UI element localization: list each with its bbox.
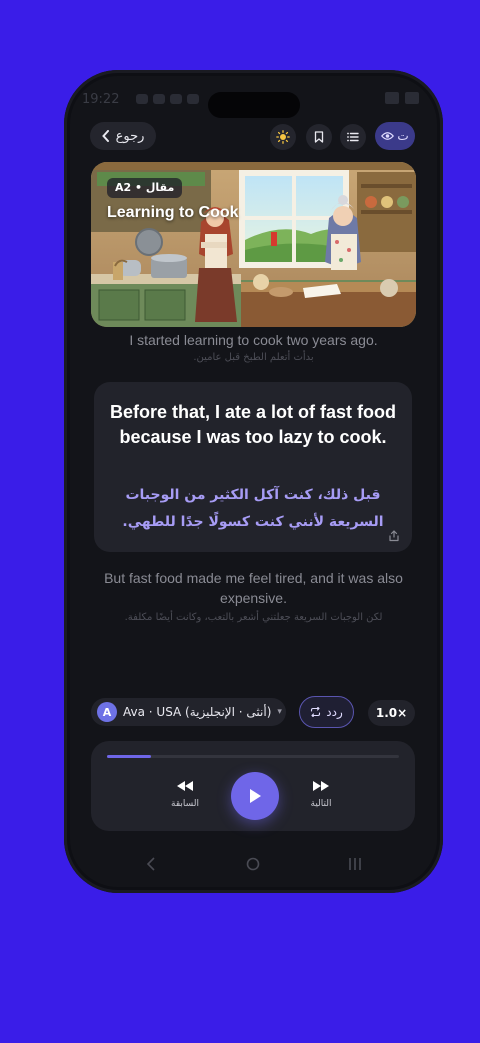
next-sentence-text: But fast food made me feel tired, and it… — [104, 570, 403, 606]
previous-button[interactable]: السابقة — [155, 777, 215, 809]
nav-back-icon[interactable] — [146, 857, 156, 871]
article-title: Learning to Cook — [107, 204, 239, 221]
system-icons — [385, 92, 419, 104]
list-icon — [347, 132, 359, 142]
app-screen: 19:22 رجوع ت A2 • مقال Learning to Cook … — [70, 76, 437, 887]
back-button[interactable]: رجوع — [90, 122, 156, 150]
chevron-down-icon: ▾ — [277, 707, 282, 717]
translation-toggle-label: ت — [397, 129, 409, 143]
back-label: رجوع — [115, 128, 145, 144]
audio-player: السابقة التالية — [91, 741, 415, 831]
article-hero: A2 • مقال Learning to Cook — [91, 162, 416, 327]
level-badge: A2 • مقال — [107, 178, 183, 198]
repeat-label: ردد — [326, 705, 343, 719]
previous-sentence-text: I started learning to cook two years ago… — [129, 332, 378, 348]
share-icon[interactable] — [388, 530, 400, 542]
nav-home-icon[interactable] — [246, 857, 260, 871]
previous-sentence-translation: بدأت أتعلم الطبخ قبل عامين. — [193, 352, 314, 363]
repeat-icon — [311, 707, 321, 717]
playback-speed-button[interactable]: 1.0× — [368, 700, 415, 726]
progress-bar[interactable] — [107, 755, 399, 758]
current-sentence-text: Before that, I ate a lot of fast food be… — [109, 402, 396, 447]
chevron-left-icon — [101, 130, 109, 142]
bookmark-icon — [314, 131, 324, 143]
rewind-icon — [177, 781, 193, 791]
current-sentence-translation: قبل ذلك، كنت آكل الكثير من الوجبات السري… — [122, 487, 384, 530]
bookmark-button[interactable] — [306, 124, 332, 150]
next-label: التالية — [310, 799, 332, 809]
next-button[interactable]: التالية — [291, 777, 351, 809]
play-icon — [250, 789, 261, 803]
nav-recents-icon[interactable] — [348, 857, 362, 871]
current-sentence-card[interactable]: Before that, I ate a lot of fast food be… — [94, 382, 412, 552]
sun-icon — [276, 130, 290, 144]
voice-selector[interactable]: A Ava · USA (أنثى · الإنجليزية) ▾ — [91, 698, 286, 726]
status-time: 19:22 — [82, 92, 120, 107]
repeat-button[interactable]: ردد — [299, 696, 354, 728]
play-button[interactable] — [231, 772, 279, 820]
notification-icons — [136, 94, 199, 104]
theme-button[interactable] — [270, 124, 296, 150]
previous-sentence[interactable]: I started learning to cook two years ago… — [90, 330, 417, 363]
sentence-list-button[interactable] — [340, 124, 366, 150]
fast-forward-icon — [313, 781, 329, 791]
next-sentence[interactable]: But fast food made me feel tired, and it… — [90, 568, 417, 623]
camera-notch — [208, 92, 300, 118]
progress-fill — [107, 755, 151, 758]
voice-label: Ava · USA (أنثى · الإنجليزية) — [123, 705, 272, 719]
eye-icon — [381, 132, 395, 140]
next-sentence-translation: لكن الوجبات السريعة جعلتني أشعر بالتعب، … — [124, 612, 383, 623]
previous-label: السابقة — [171, 799, 199, 809]
translation-toggle[interactable]: ت — [375, 122, 415, 150]
system-nav-bar — [70, 849, 437, 879]
voice-avatar: A — [97, 702, 117, 722]
